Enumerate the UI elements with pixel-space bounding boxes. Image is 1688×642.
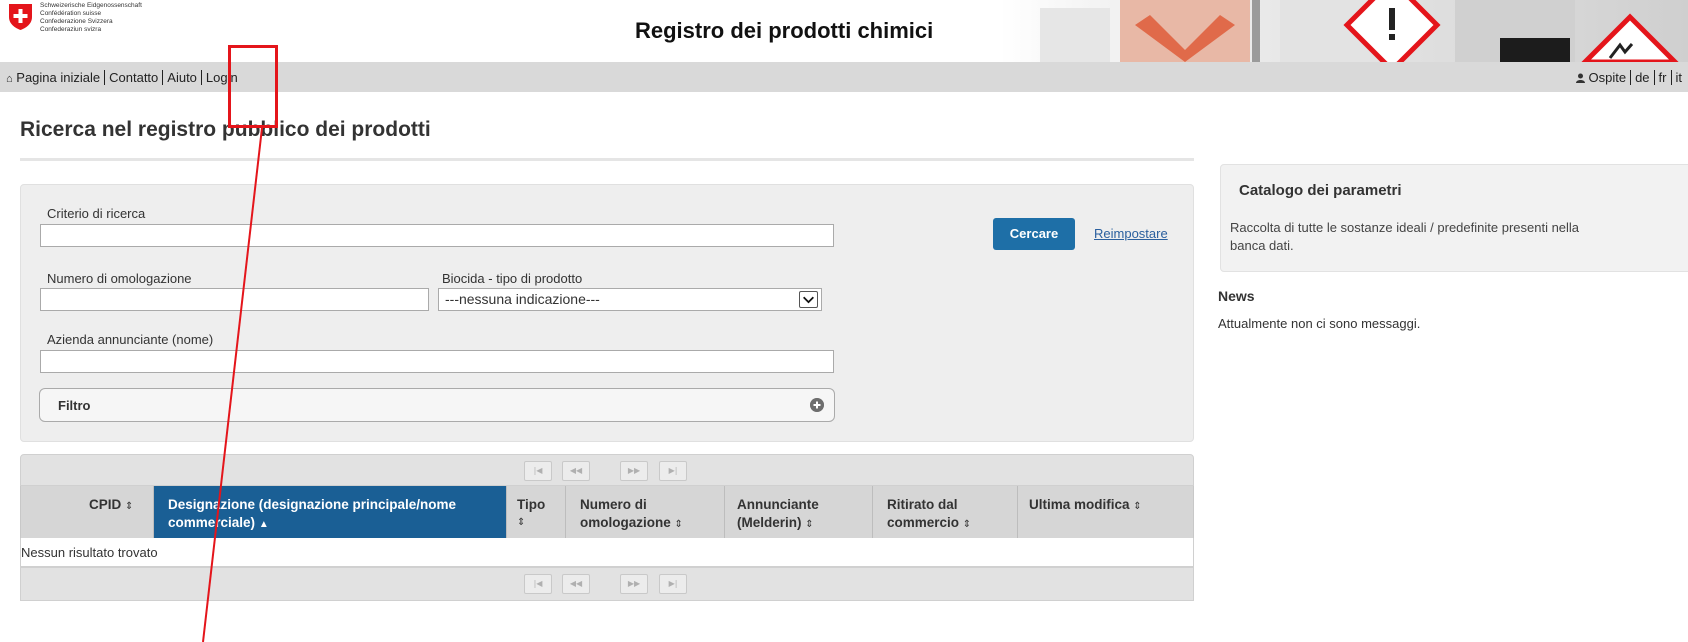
biocide-type-selected-value: ---nessuna indicazione--- — [445, 291, 600, 307]
hazard-banner-image — [1000, 0, 1688, 62]
sort-ascending-icon: ▲ — [258, 519, 269, 530]
column-notifier[interactable]: Annunciante (Melderin) ⇕ — [725, 486, 873, 538]
company-name-label: Azienda annunciante (nome) — [47, 332, 214, 347]
guest-user-label[interactable]: Ospite — [1589, 70, 1627, 85]
approval-number-label: Numero di omologazione — [47, 271, 192, 286]
language-it-link[interactable]: it — [1676, 70, 1683, 85]
column-approval-number[interactable]: Numero di omologazione ⇕ — [566, 486, 725, 538]
nav-help-link[interactable]: Aiuto — [167, 70, 197, 85]
next-page-button[interactable]: ▶▶ — [620, 461, 648, 481]
search-criteria-input[interactable] — [40, 224, 834, 247]
first-page-button[interactable]: |◀ — [524, 461, 552, 481]
nav-contact-link[interactable]: Contatto — [109, 70, 158, 85]
column-withdrawn[interactable]: Ritirato dal commercio ⇕ — [873, 486, 1018, 538]
last-page-button[interactable]: ▶| — [659, 461, 687, 481]
filter-toggle[interactable]: Filtro — [39, 388, 835, 422]
pagination-top: |◀ ◀◀ ▶▶ ▶| — [20, 454, 1194, 486]
nav-separator — [1653, 70, 1655, 85]
plus-circle-icon — [810, 398, 824, 412]
user-language-bar: Ospite de fr it — [1575, 70, 1683, 85]
sort-icon: ⇕ — [125, 501, 134, 512]
filter-label: Filtro — [58, 398, 91, 413]
catalog-title: Catalogo dei parametri — [1239, 182, 1402, 199]
sort-icon: ⇕ — [805, 519, 814, 530]
news-message: Attualmente non ci sono messaggi. — [1218, 316, 1421, 331]
column-type[interactable]: Tipo ⇕ — [507, 486, 566, 538]
search-button[interactable]: Cercare — [993, 218, 1075, 250]
nav-separator — [1630, 70, 1632, 85]
nav-home-link[interactable]: Pagina iniziale — [16, 70, 100, 85]
page-title: Ricerca nel registro pubblico dei prodot… — [20, 118, 431, 141]
swiss-coat-of-arms-icon — [9, 4, 32, 30]
parameter-catalog-box[interactable]: Catalogo dei parametri Raccolta di tutte… — [1220, 164, 1688, 272]
next-page-button[interactable]: ▶▶ — [620, 574, 648, 594]
pagination-bottom: |◀ ◀◀ ▶▶ ▶| — [20, 567, 1194, 601]
column-last-modified[interactable]: Ultima modifica ⇕ — [1018, 486, 1193, 538]
app-title: Registro dei prodotti chimici — [635, 18, 934, 43]
catalog-description: Raccolta di tutte le sostanze ideali / p… — [1230, 220, 1580, 253]
nav-separator — [104, 70, 106, 85]
language-fr-link[interactable]: fr — [1659, 70, 1667, 85]
sort-icon: ⇕ — [1133, 501, 1142, 512]
highlight-box — [228, 45, 278, 128]
previous-page-button[interactable]: ◀◀ — [562, 574, 590, 594]
nav-separator — [1670, 70, 1672, 85]
search-form: Criterio di ricerca Numero di omologazio… — [20, 184, 1194, 442]
confederation-names: Schweizerische Eidgenossenschaft Confédé… — [40, 2, 142, 33]
sort-icon: ⇕ — [962, 519, 972, 530]
search-criteria-label: Criterio di ricerca — [47, 206, 146, 221]
no-results-message: Nessun risultato trovato — [21, 545, 158, 560]
approval-number-input[interactable] — [40, 288, 429, 311]
first-page-button[interactable]: |◀ — [524, 574, 552, 594]
nav-separator — [200, 70, 202, 85]
nav-separator — [162, 70, 164, 85]
results-table-header: CPID ⇕ Designazione (designazione princi… — [20, 486, 1194, 538]
last-page-button[interactable]: ▶| — [659, 574, 687, 594]
previous-page-button[interactable]: ◀◀ — [562, 461, 590, 481]
title-divider — [20, 158, 1194, 161]
sort-icon: ⇕ — [517, 517, 526, 528]
language-de-link[interactable]: de — [1635, 70, 1649, 85]
biocide-type-label: Biocida - tipo di prodotto — [442, 271, 583, 286]
news-title: News — [1218, 288, 1255, 304]
company-name-input[interactable] — [40, 350, 834, 373]
reset-link[interactable]: Reimpostare — [1094, 226, 1168, 241]
table-empty-row: Nessun risultato trovato — [20, 538, 1194, 567]
home-icon[interactable]: ⌂ — [6, 73, 13, 85]
sort-icon: ⇕ — [674, 519, 683, 530]
column-cpid[interactable]: CPID ⇕ — [21, 486, 154, 538]
nav-links: ⌂ Pagina iniziale Contatto Aiuto Login — [6, 70, 238, 85]
chevron-down-icon — [799, 291, 818, 308]
biocide-type-select[interactable]: ---nessuna indicazione--- — [438, 288, 822, 311]
column-designation[interactable]: Designazione (designazione principale/no… — [154, 486, 507, 538]
user-icon — [1575, 73, 1585, 83]
